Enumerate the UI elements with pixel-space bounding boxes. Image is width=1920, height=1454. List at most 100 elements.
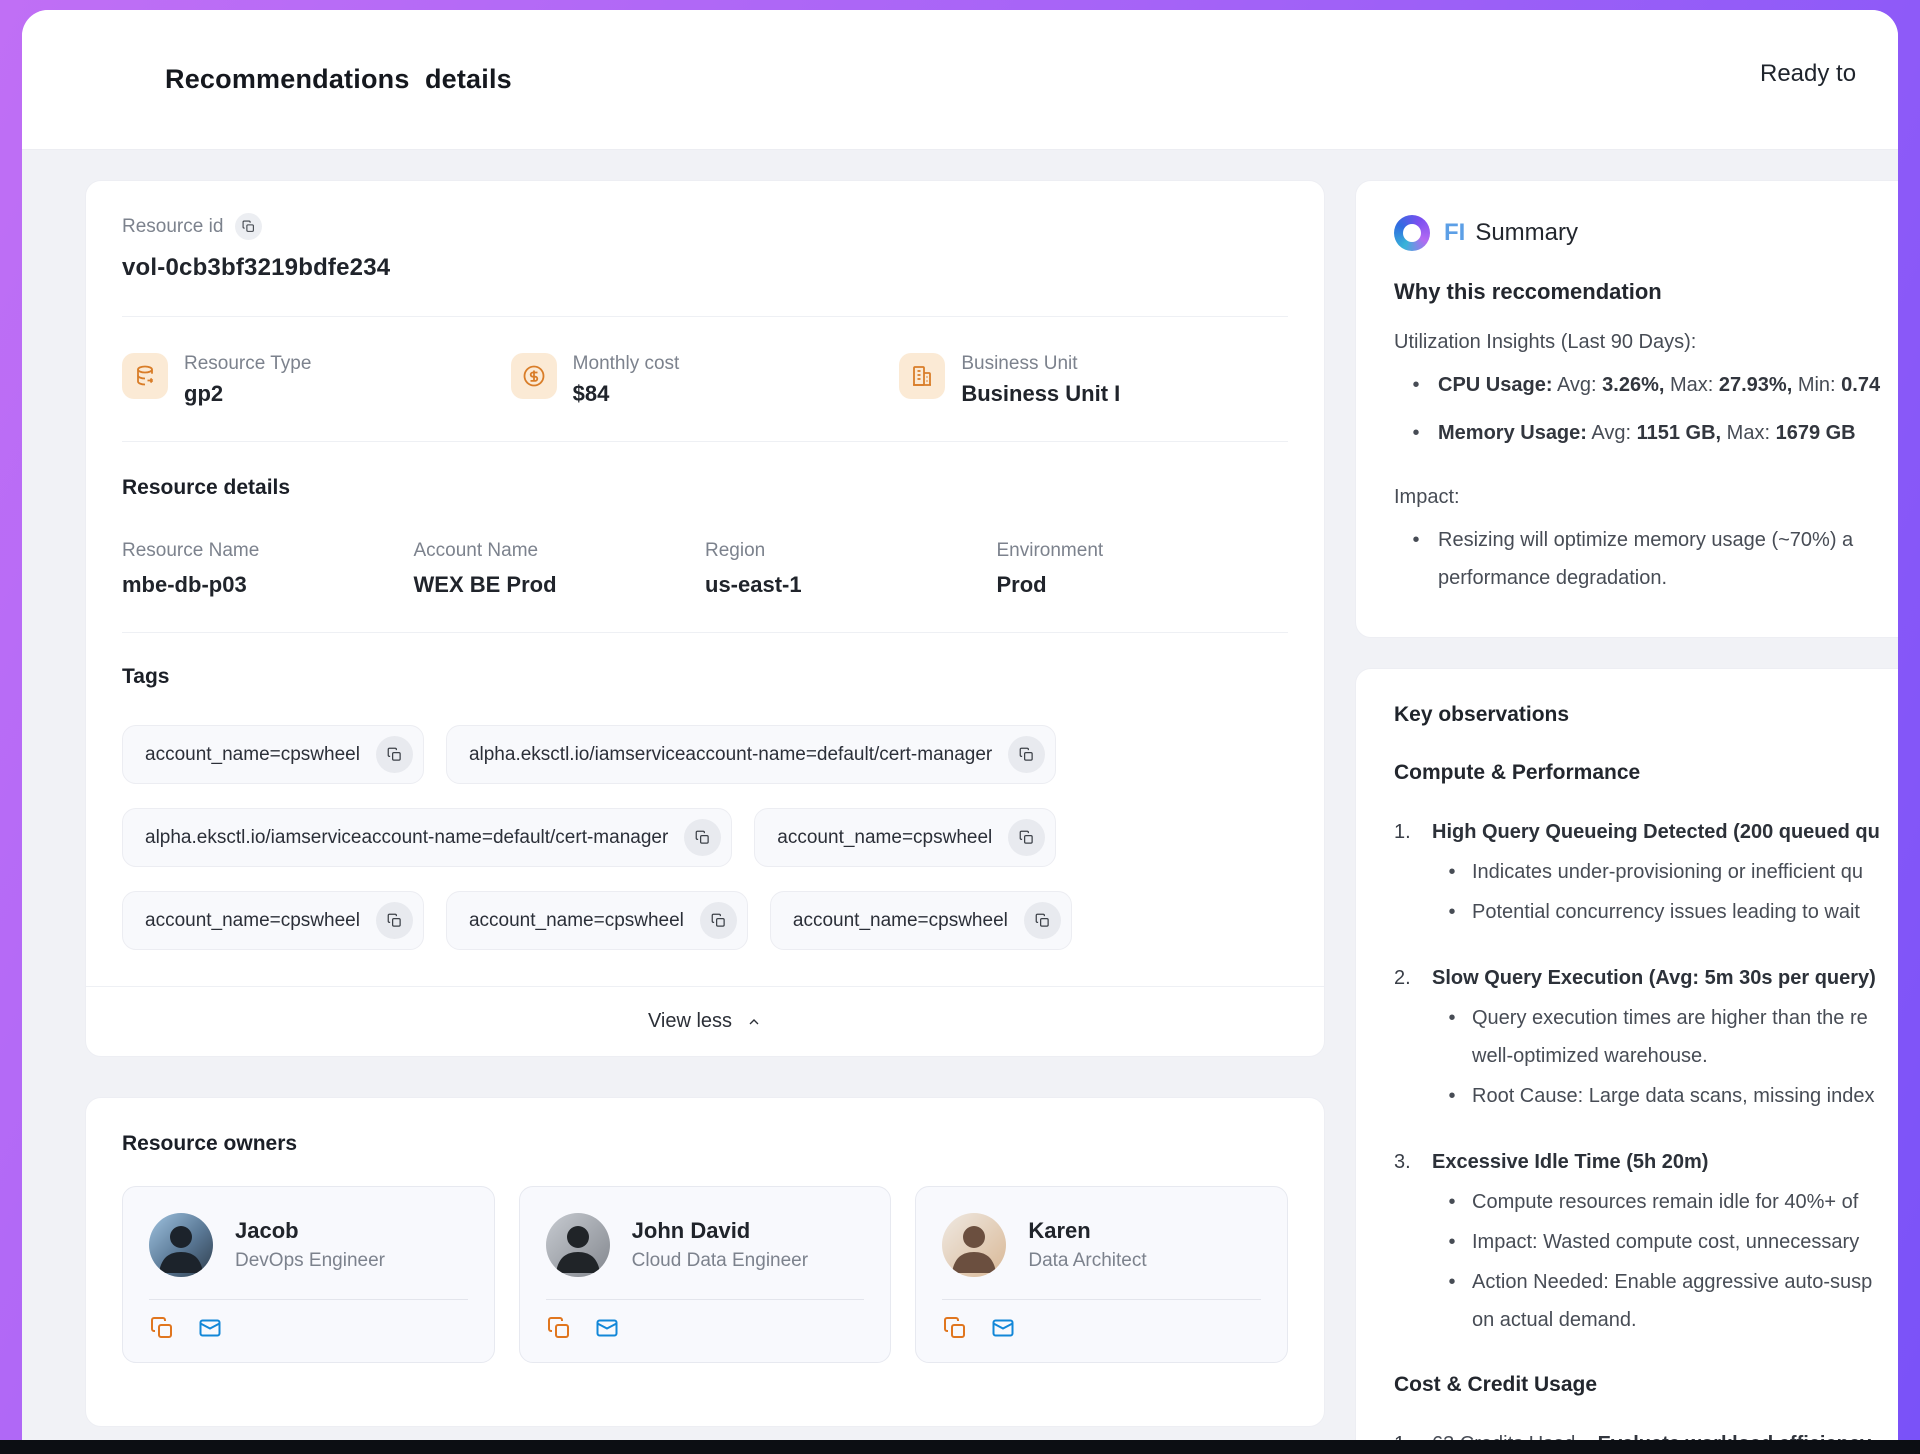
copy-tag-button[interactable]	[684, 819, 721, 856]
chevron-up-icon	[746, 1014, 762, 1030]
divider	[149, 1299, 468, 1300]
bullet-dot: •	[1432, 1077, 1472, 1115]
dollar-icon	[511, 353, 557, 399]
impact-line: Resizing will optimize memory usage (~70…	[1438, 521, 1853, 559]
divider	[122, 632, 1288, 633]
item-bullet: Impact: Wasted compute cost, unnecessary	[1472, 1223, 1859, 1261]
copy-icon	[695, 830, 710, 845]
detail-label: Resource Name	[122, 540, 414, 562]
stat-label: Monthly cost	[573, 353, 680, 375]
copy-owner-button[interactable]	[942, 1316, 968, 1342]
impact-head: Impact:	[1394, 486, 1898, 509]
owner-card-john-david: John David Cloud Data Engineer	[519, 1186, 892, 1363]
memory-usage-bullet: • Memory Usage: Avg: 1151 GB, Max: 1679 …	[1394, 414, 1898, 452]
owner-name: John David	[632, 1218, 808, 1244]
resource-id-label: Resource id	[122, 216, 223, 238]
key-observations-title: Key observations	[1394, 703, 1898, 727]
owner-role: Cloud Data Engineer	[632, 1250, 808, 1272]
cpu-usage-bullet: • CPU Usage: Avg: 3.26%, Max: 27.93%, Mi…	[1394, 366, 1898, 404]
copy-icon	[1019, 747, 1034, 762]
impact-bullet: • Resizing will optimize memory usage (~…	[1394, 521, 1898, 597]
bullet-dot: •	[1394, 366, 1438, 404]
memory-usage-line: Memory Usage: Avg: 1151 GB, Max: 1679 GB	[1438, 414, 1856, 452]
content-area: Resource id vol-0cb3bf3219bdfe234 Resour…	[22, 150, 1898, 1440]
owners-row: Jacob DevOps Engineer	[122, 1186, 1288, 1363]
observation-item: 2. Slow Query Execution (Avg: 5m 30s per…	[1394, 959, 1898, 1115]
resource-id-value: vol-0cb3bf3219bdfe234	[122, 254, 1288, 282]
mail-icon	[991, 1316, 1015, 1340]
item-title: Slow Query Execution (Avg: 5m 30s per qu…	[1432, 959, 1876, 997]
copy-tag-button[interactable]	[1008, 819, 1045, 856]
item-bullet: on actual demand.	[1472, 1301, 1872, 1339]
mail-icon	[595, 1316, 619, 1340]
copy-icon	[547, 1316, 571, 1340]
detail-resource-name: Resource Name mbe-db-p03	[122, 540, 414, 598]
key-observations-card: Key observations Compute & Performance 1…	[1355, 668, 1898, 1440]
copy-icon	[943, 1316, 967, 1340]
copy-owner-button[interactable]	[546, 1316, 572, 1342]
owner-card-karen: Karen Data Architect	[915, 1186, 1288, 1363]
resource-owners-card: Resource owners Jacob DevOps Engineer	[85, 1097, 1325, 1427]
left-column: Resource id vol-0cb3bf3219bdfe234 Resour…	[85, 180, 1325, 1427]
resource-details-title: Resource details	[122, 476, 1288, 500]
tags-title: Tags	[122, 665, 1288, 689]
tag-chip: alpha.eksctl.io/iamserviceaccount-name=d…	[122, 808, 732, 867]
fi-summary-card: FI Summary Why this reccomendation Utili…	[1355, 180, 1898, 638]
tag-chip: alpha.eksctl.io/iamserviceaccount-name=d…	[446, 725, 1056, 784]
item-title: 63 Credits Used – Evaluate workload effi…	[1432, 1425, 1871, 1440]
owner-card-jacob: Jacob DevOps Engineer	[122, 1186, 495, 1363]
impact-line: performance degradation.	[1438, 559, 1853, 597]
fi-logo-icon	[1394, 215, 1430, 251]
item-bullet: Compute resources remain idle for 40%+ o…	[1472, 1183, 1858, 1221]
item-bullet: Indicates under-provisioning or ineffici…	[1472, 853, 1863, 891]
copy-tag-button[interactable]	[376, 736, 413, 773]
detail-account-name: Account Name WEX BE Prod	[414, 540, 706, 598]
item-number: 1.	[1394, 1425, 1432, 1440]
observation-item: 1. High Query Queueing Detected (200 que…	[1394, 813, 1898, 931]
tag-text: account_name=cpswheel	[777, 827, 992, 849]
email-owner-button[interactable]	[594, 1316, 620, 1342]
view-less-button[interactable]: View less	[86, 986, 1324, 1056]
observation-item: 1. 63 Credits Used – Evaluate workload e…	[1394, 1425, 1898, 1440]
detail-label: Account Name	[414, 540, 706, 562]
avatar	[546, 1213, 610, 1277]
observation-item: 3. Excessive Idle Time (5h 20m) • Comput…	[1394, 1143, 1898, 1339]
item-number: 2.	[1394, 959, 1432, 1115]
detail-value: mbe-db-p03	[122, 572, 414, 598]
view-less-label: View less	[648, 1010, 732, 1033]
bullet-dot: •	[1394, 414, 1438, 452]
copy-resource-id-button[interactable]	[235, 213, 262, 240]
divider	[122, 316, 1288, 317]
tag-chip: account_name=cpswheel	[770, 891, 1072, 950]
tag-chip: account_name=cpswheel	[122, 891, 424, 950]
copy-owner-button[interactable]	[149, 1316, 175, 1342]
divider	[546, 1299, 865, 1300]
resource-stats-row: Resource Type gp2 Monthly cost $84	[122, 353, 1288, 407]
copy-icon	[150, 1316, 174, 1340]
detail-environment: Environment Prod	[997, 540, 1289, 598]
copy-tag-button[interactable]	[1008, 736, 1045, 773]
brand-row: FI Summary	[1394, 215, 1898, 251]
cpu-usage-line: CPU Usage: Avg: 3.26%, Max: 27.93%, Min:…	[1438, 366, 1880, 404]
tag-text: account_name=cpswheel	[145, 910, 360, 932]
item-title: High Query Queueing Detected (200 queued…	[1432, 813, 1880, 851]
copy-tag-button[interactable]	[700, 902, 737, 939]
copy-tag-button[interactable]	[376, 902, 413, 939]
resource-owners-title: Resource owners	[122, 1132, 1288, 1156]
stat-business-unit: Business Unit Business Unit I	[899, 353, 1288, 407]
why-recommendation-heading: Why this reccomendation	[1394, 279, 1898, 305]
email-owner-button[interactable]	[990, 1316, 1016, 1342]
detail-value: us-east-1	[705, 572, 997, 598]
stat-value: Business Unit I	[961, 381, 1120, 407]
detail-value: WEX BE Prod	[414, 572, 706, 598]
app-page: Recommendations details Ready to Resourc…	[22, 10, 1898, 1440]
brand-name: FI	[1444, 219, 1465, 247]
ready-to-action[interactable]: Ready to	[1760, 60, 1856, 88]
owner-role: Data Architect	[1028, 1250, 1146, 1272]
copy-tag-button[interactable]	[1024, 902, 1061, 939]
owner-name: Karen	[1028, 1218, 1146, 1244]
cost-credit-heading: Cost & Credit Usage	[1394, 1373, 1898, 1397]
building-icon	[899, 353, 945, 399]
tag-text: account_name=cpswheel	[469, 910, 684, 932]
email-owner-button[interactable]	[197, 1316, 223, 1342]
